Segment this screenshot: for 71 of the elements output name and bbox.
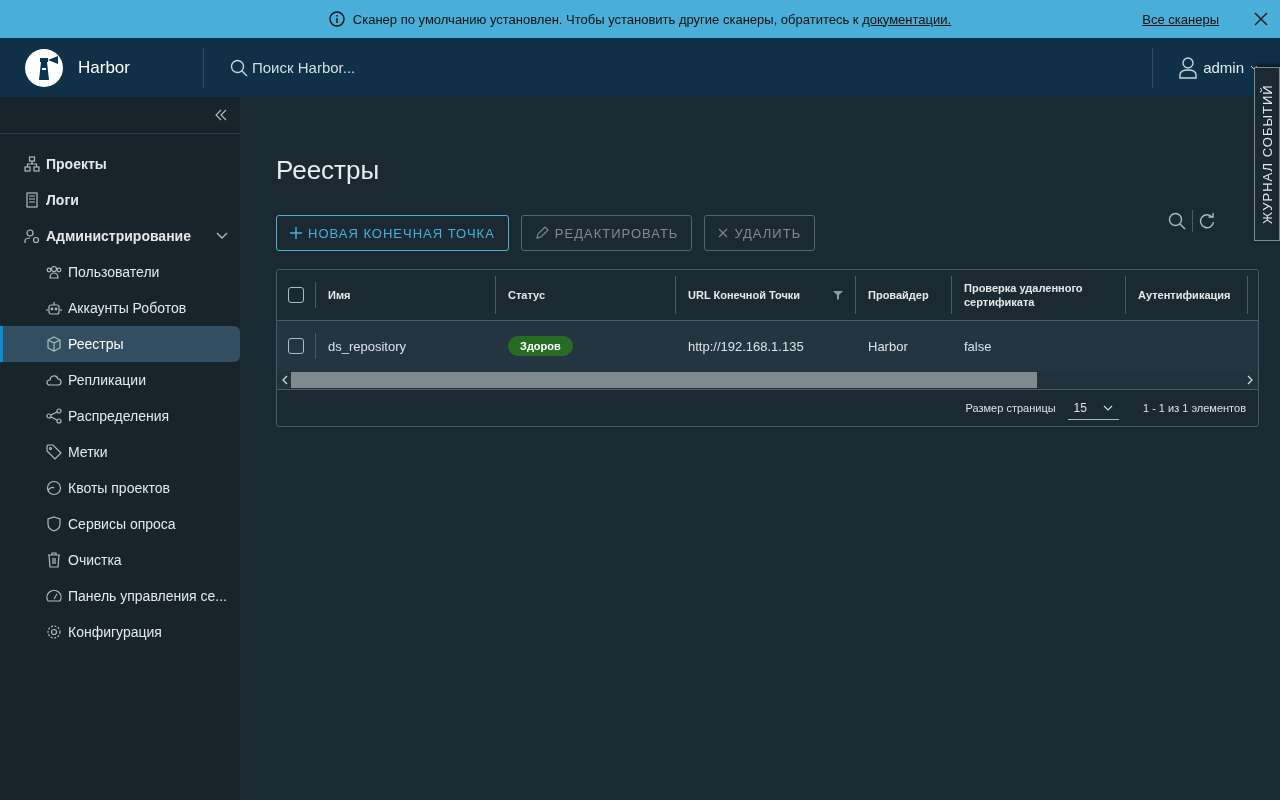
lighthouse-logo-icon [24, 47, 64, 88]
plus-icon [290, 227, 302, 239]
new-endpoint-button[interactable]: НОВАЯ КОНЕЧНАЯ ТОЧКА [276, 215, 509, 251]
scroll-left-icon[interactable] [281, 375, 289, 385]
column-header[interactable]: Имя [328, 288, 351, 302]
users-icon [46, 264, 62, 280]
caret-icon [1102, 404, 1113, 411]
collapse-icon[interactable] [214, 109, 228, 121]
search-field[interactable]: Поиск Harbor... [250, 58, 554, 77]
column-header[interactable]: Аутентификация [1138, 288, 1231, 302]
nav-item[interactable]: Администрирование [0, 218, 240, 254]
nav-item[interactable]: Сервисы опроса [0, 506, 240, 542]
close-icon[interactable] [1254, 12, 1268, 26]
shield-icon [46, 516, 62, 532]
pencil-icon [534, 226, 549, 240]
pagination-range: 1 - 1 из 1 элементов [1142, 402, 1246, 414]
nav-item[interactable]: Логи [0, 182, 240, 218]
robot-icon [46, 300, 62, 316]
gear-icon [46, 624, 62, 640]
table-cell: Harbor [868, 338, 908, 354]
tag-icon [46, 444, 62, 460]
table-cell: false [964, 338, 992, 354]
document-icon [24, 192, 40, 208]
row-checkbox[interactable] [288, 338, 304, 354]
info-icon [328, 11, 345, 27]
column-header[interactable]: URL Конечной Точки [688, 288, 801, 302]
user-gear-icon [24, 228, 40, 244]
nav-item[interactable]: Метки [0, 434, 240, 470]
nav-item[interactable]: Квоты проектов [0, 470, 240, 506]
event-log-tab[interactable]: ЖУРНАЛ СОБЫТИЙ [1254, 67, 1280, 241]
share-icon [46, 408, 62, 424]
page-size-label: Размер страницы [965, 402, 1056, 414]
documentation-link[interactable]: документации. [862, 11, 952, 27]
nav-item[interactable]: Пользователи [0, 254, 240, 290]
speed-icon [46, 588, 62, 604]
table-cell: http://192.168.1.135 [688, 338, 804, 354]
nav-item[interactable]: Реестры [0, 326, 240, 362]
nav-item[interactable]: Панель управления се... [0, 578, 240, 614]
nav-item[interactable]: Распределения [0, 398, 240, 434]
banner-message: Сканер по умолчанию установлен. Чтобы установить другие сканеры, обратитесь к документации. [352, 11, 952, 27]
trash-icon [46, 552, 62, 568]
select-all-checkbox[interactable] [288, 287, 304, 303]
caret-icon [1250, 64, 1258, 71]
page-size-select[interactable]: 15 [1067, 396, 1119, 420]
search-icon [230, 58, 248, 77]
gauge-icon [46, 480, 62, 496]
brand-name: Harbor [78, 57, 130, 78]
horizontal-scrollbar[interactable] [277, 371, 1258, 389]
column-header[interactable]: Провайдер [868, 288, 929, 302]
nav-item[interactable]: Проекты [0, 146, 240, 182]
user-icon [1179, 56, 1198, 79]
column-header[interactable]: Проверка удаленного сертификата [964, 281, 1113, 309]
user-menu[interactable]: admin [1203, 59, 1244, 76]
table-cell: ds_repository [328, 338, 407, 354]
all-scanners-link[interactable]: Все сканеры [1142, 11, 1219, 27]
nav-item[interactable]: Аккаунты Роботов [0, 290, 240, 326]
search-icon[interactable] [1168, 212, 1186, 230]
filter-icon[interactable] [833, 290, 843, 300]
column-header[interactable]: Статус [508, 288, 546, 302]
cloud-icon [46, 372, 62, 388]
status-badge: Здоров [508, 336, 573, 356]
x-icon [718, 228, 729, 238]
refresh-icon[interactable] [1199, 213, 1215, 229]
chevron-icon [216, 232, 228, 240]
nav-item[interactable]: Репликации [0, 362, 240, 398]
hierarchy-icon [24, 156, 40, 172]
nav-item[interactable]: Очистка [0, 542, 240, 578]
box-icon [46, 336, 62, 352]
scroll-right-icon[interactable] [1246, 375, 1254, 385]
page-title: Реестры [276, 155, 381, 186]
nav-item[interactable]: Конфигурация [0, 614, 240, 650]
